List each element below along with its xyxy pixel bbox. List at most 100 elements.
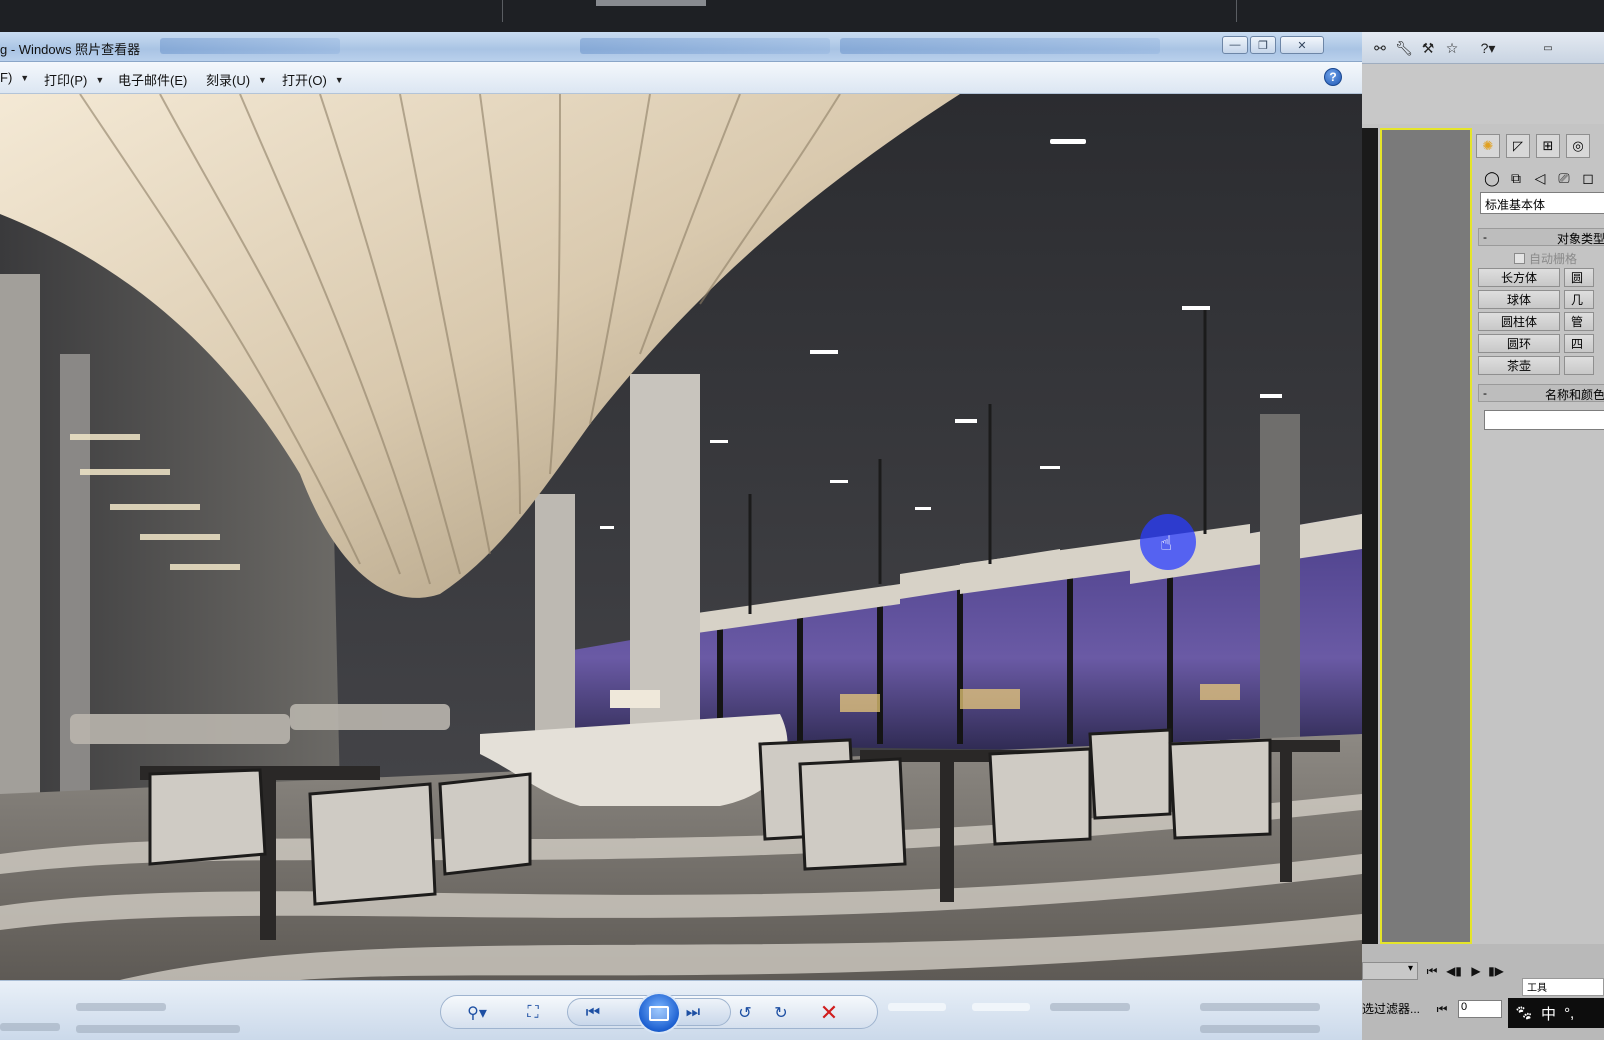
blurred-tab [596,0,706,6]
previous-button[interactable]: ⏮ [581,1001,605,1025]
rollout-title: 名称和颜色 [1544,388,1604,402]
menu-file[interactable]: F) ▼ [0,70,29,85]
restore-icon: ❐ [1258,39,1268,52]
title-bar[interactable]: g - Windows 照片查看器 — ❐ ✕ [0,32,1362,62]
helpers-icon[interactable]: ◻ [1578,168,1598,188]
modify-tab-icon[interactable]: ◸ [1506,134,1530,158]
fit-to-window-icon: ⛶ [527,1004,539,1021]
help-dropdown-icon[interactable]: ?▾ [1474,38,1502,58]
previous-frame-icon[interactable]: ◀▮ [1444,962,1464,980]
blurred-field [972,1003,1030,1011]
help-icon[interactable]: ? [1324,68,1342,86]
ime-indicator[interactable]: 中 [1541,1003,1556,1024]
category-dropdown[interactable]: 标准基本体 [1480,192,1604,214]
menu-burn[interactable]: 刻录(U) ▼ [206,70,267,89]
cylinder-button[interactable]: 圆柱体 [1478,312,1560,331]
lights-icon[interactable]: ◁ [1530,168,1550,188]
menu-label: F) [0,70,13,85]
go-to-start-icon[interactable]: ⏮ [1422,962,1442,980]
close-button[interactable]: ✕ [1280,36,1324,54]
zoom-button[interactable]: ⚲▾ [459,1001,495,1025]
slideshow-button[interactable] [637,992,681,1034]
fit-to-window-button[interactable]: ⛶ [521,1001,545,1025]
name-color-rollout-header[interactable]: - 名称和颜色 [1478,384,1604,402]
torus-button[interactable]: 圆环 [1478,334,1560,353]
shapes-icon[interactable]: ⧉ [1506,168,1526,188]
max-application: ⚯ 🔧︎ ⚒ ☆ ?▾ ▭ ✺ ◸ ⊞ ◎ ◯ ⧉ ◁ ⎚ ◻ 标准基本体 - … [1362,32,1604,1040]
rollout-title: 对象类型 [1556,232,1604,246]
minimize-button[interactable]: — [1222,36,1248,54]
geometry-icon[interactable]: ◯ [1482,168,1502,188]
menu-label: 刻录(U) [206,73,251,88]
cone-button[interactable]: 圆 [1564,268,1594,287]
minimize-icon[interactable]: ▭ [1538,38,1558,58]
object-name-field[interactable] [1484,410,1604,430]
zoom-icon: ⚲▾ [467,1005,487,1022]
pyramid-button[interactable]: 四 [1564,334,1594,353]
slideshow-icon [649,1005,669,1021]
plane-button[interactable] [1564,356,1594,375]
blurred-title-area [580,38,830,54]
menu-label: 打印(P) [44,73,88,88]
menu-open[interactable]: 打开(O) ▼ [282,70,344,89]
autogrid-checkbox[interactable]: 自动栅格 [1514,250,1577,267]
geosphere-button[interactable]: 几 [1564,290,1594,309]
current-frame-field[interactable]: 0 [1458,1000,1502,1018]
delete-icon: ✕ [819,1000,839,1025]
teapot-button[interactable]: 茶壶 [1478,356,1560,375]
restore-button[interactable]: ❐ [1250,36,1276,54]
blurred-title-area [840,38,1160,54]
delete-button[interactable]: ✕ [817,1000,841,1025]
divider [1236,0,1237,22]
create-tab-icon[interactable]: ✺ [1476,134,1500,158]
blurred-status-text [1200,1025,1320,1033]
viewer-control-bar: ⚲▾ ⛶ ⏮ ⏭ ↺ ↻ ✕ [0,980,1362,1040]
rotate-clockwise-button[interactable]: ↻ [769,1001,793,1025]
selection-filter-label[interactable]: 选过滤器... [1362,1000,1420,1017]
menu-bar: F) ▼ 打印(P) ▼ 电子邮件(E) 刻录(U) ▼ 打开(O) ▼ ? [0,62,1362,94]
blurred-status-text [76,1025,240,1033]
blurred-status-text [1050,1003,1130,1011]
menu-email[interactable]: 电子邮件(E) [118,70,187,89]
max-toolbar: ⚯ 🔧︎ ⚒ ☆ ?▾ ▭ [1362,32,1604,64]
blurred-status-text [0,1023,60,1031]
minimize-icon: — [1229,39,1241,51]
dropdown-caret-icon: ▼ [20,72,30,83]
playback-control-group: ⚲▾ ⛶ ⏮ ⏭ ↺ ↻ ✕ [440,992,878,1034]
menu-label: 电子邮件(E) [118,73,188,88]
box-button[interactable]: 长方体 [1478,268,1560,287]
paw-icon[interactable]: 🐾︎ [1514,1004,1533,1022]
displayed-photo: ☝ [0,94,1362,980]
binoculars-icon[interactable]: ⚯ [1370,38,1390,58]
command-panel: ✺ ◸ ⊞ ◎ ◯ ⧉ ◁ ⎚ ◻ 标准基本体 - 对象类型 自动栅格 长方体 … [1474,128,1604,944]
cameras-icon[interactable]: ⎚ [1554,168,1574,188]
next-button[interactable]: ⏭ [681,1001,705,1025]
rotate-counterclockwise-icon: ↺ [738,1005,752,1022]
next-frame-icon[interactable]: ▮▶ [1486,962,1506,980]
hierarchy-tab-icon[interactable]: ⊞ [1536,134,1560,158]
rotate-counterclockwise-button[interactable]: ↺ [733,1001,757,1025]
blurred-status-text [1200,1003,1320,1011]
tube-button[interactable]: 管 [1564,312,1594,331]
blurred-title-area [160,38,340,54]
play-icon[interactable]: ▶ [1466,962,1486,980]
star-icon[interactable]: ☆ [1442,38,1462,58]
dropdown-caret-icon: ▼ [95,74,105,85]
background-app-strip [0,0,1604,32]
sphere-button[interactable]: 球体 [1478,290,1560,309]
frame-dropdown[interactable]: ▾ [1362,962,1418,980]
divider [502,0,503,22]
blurred-status-text [76,1003,166,1011]
active-viewport[interactable] [1380,128,1472,944]
wrench-icon[interactable]: 🔧︎ [1394,38,1414,58]
svg-text:☝: ☝ [1160,531,1172,555]
collapse-toggle: - [1483,386,1487,400]
key-mode-icon[interactable]: ⏮ [1432,1000,1452,1018]
object-type-rollout-header[interactable]: - 对象类型 [1478,228,1604,246]
checkbox-label: 自动栅格 [1529,252,1578,266]
menu-print[interactable]: 打印(P) ▼ [44,70,104,89]
blurred-field [888,1003,946,1011]
punctuation-icon[interactable]: °, [1564,1005,1574,1022]
tools-icon[interactable]: ⚒ [1418,38,1438,58]
motion-tab-icon[interactable]: ◎ [1566,134,1590,158]
